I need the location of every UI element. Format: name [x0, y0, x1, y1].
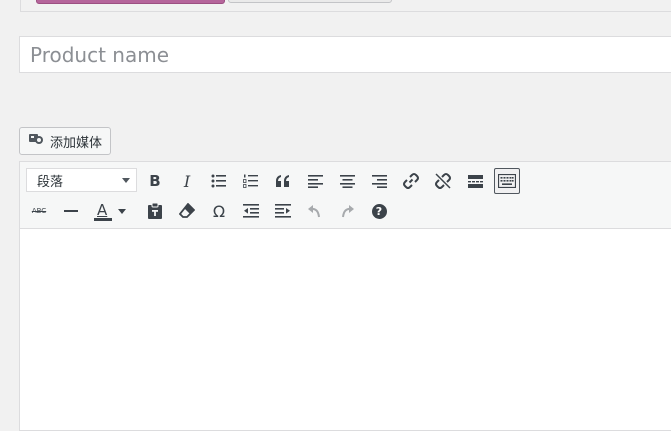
align-center-icon — [339, 174, 355, 188]
text-color-icon: A — [94, 201, 112, 221]
top-tabs — [0, 0, 671, 12]
horizontal-line-button[interactable] — [58, 198, 84, 224]
format-select[interactable]: 段落 — [26, 168, 137, 192]
omega-icon: Ω — [212, 201, 226, 221]
numbered-list-button[interactable] — [238, 168, 264, 194]
horizontal-line-icon — [64, 210, 78, 212]
bold-icon: B — [149, 172, 161, 190]
link-icon — [403, 173, 419, 189]
numbered-list-icon — [243, 174, 258, 188]
indent-icon — [275, 204, 291, 218]
add-media-button[interactable]: 添加媒体 — [19, 127, 111, 155]
undo-icon — [308, 205, 320, 218]
clipboard-icon — [148, 203, 162, 219]
product-name-input[interactable] — [19, 36, 671, 73]
decrease-indent-button[interactable] — [238, 198, 264, 224]
toolbar-toggle-button[interactable] — [494, 168, 520, 194]
read-more-button[interactable] — [462, 168, 488, 194]
editor: 段落 B I ABC A Ω ? — [19, 161, 671, 431]
undo-button[interactable] — [302, 198, 328, 224]
redo-icon — [342, 205, 354, 218]
align-right-button[interactable] — [366, 168, 392, 194]
keyboard-icon — [498, 174, 516, 188]
editor-toolbar: 段落 B I ABC A Ω ? — [20, 162, 671, 229]
special-character-button[interactable]: Ω — [206, 198, 232, 224]
italic-button[interactable]: I — [174, 168, 200, 194]
text-color-button[interactable]: A — [88, 198, 132, 224]
tab-active[interactable] — [36, 0, 225, 4]
bulleted-list-icon — [211, 174, 226, 188]
unlink-icon — [435, 173, 451, 189]
eraser-icon — [179, 203, 195, 218]
media-icon — [28, 131, 50, 151]
editor-content-area[interactable] — [20, 229, 671, 430]
text-color-letter: A — [97, 201, 108, 219]
help-icon: ? — [371, 203, 387, 219]
align-right-icon — [371, 174, 387, 188]
help-button[interactable]: ? — [366, 198, 392, 224]
chevron-down-icon — [122, 178, 130, 183]
increase-indent-button[interactable] — [270, 198, 296, 224]
bulleted-list-button[interactable] — [206, 168, 232, 194]
chevron-down-icon — [118, 208, 126, 214]
insert-link-button[interactable] — [398, 168, 424, 194]
read-more-icon — [467, 174, 483, 188]
align-center-button[interactable] — [334, 168, 360, 194]
strikethrough-icon: ABC — [31, 207, 47, 215]
tab-edge — [20, 0, 29, 11]
align-left-icon — [307, 174, 323, 188]
blockquote-button[interactable] — [270, 168, 296, 194]
divider — [20, 11, 671, 12]
align-left-button[interactable] — [302, 168, 328, 194]
italic-icon: I — [183, 171, 191, 191]
text-color-swatch — [94, 218, 112, 221]
add-media-label: 添加媒体 — [50, 135, 103, 151]
clear-formatting-button[interactable] — [174, 198, 200, 224]
quote-icon — [276, 175, 289, 187]
bold-button[interactable]: B — [142, 168, 168, 194]
tab-inactive[interactable] — [228, 0, 392, 3]
outdent-icon — [243, 204, 259, 218]
paste-as-text-button[interactable] — [142, 198, 168, 224]
redo-button[interactable] — [334, 198, 360, 224]
help-icon-glyph: ? — [375, 204, 383, 218]
remove-link-button[interactable] — [430, 168, 456, 194]
strikethrough-button[interactable]: ABC — [26, 198, 52, 224]
format-select-value: 段落 — [37, 174, 64, 190]
